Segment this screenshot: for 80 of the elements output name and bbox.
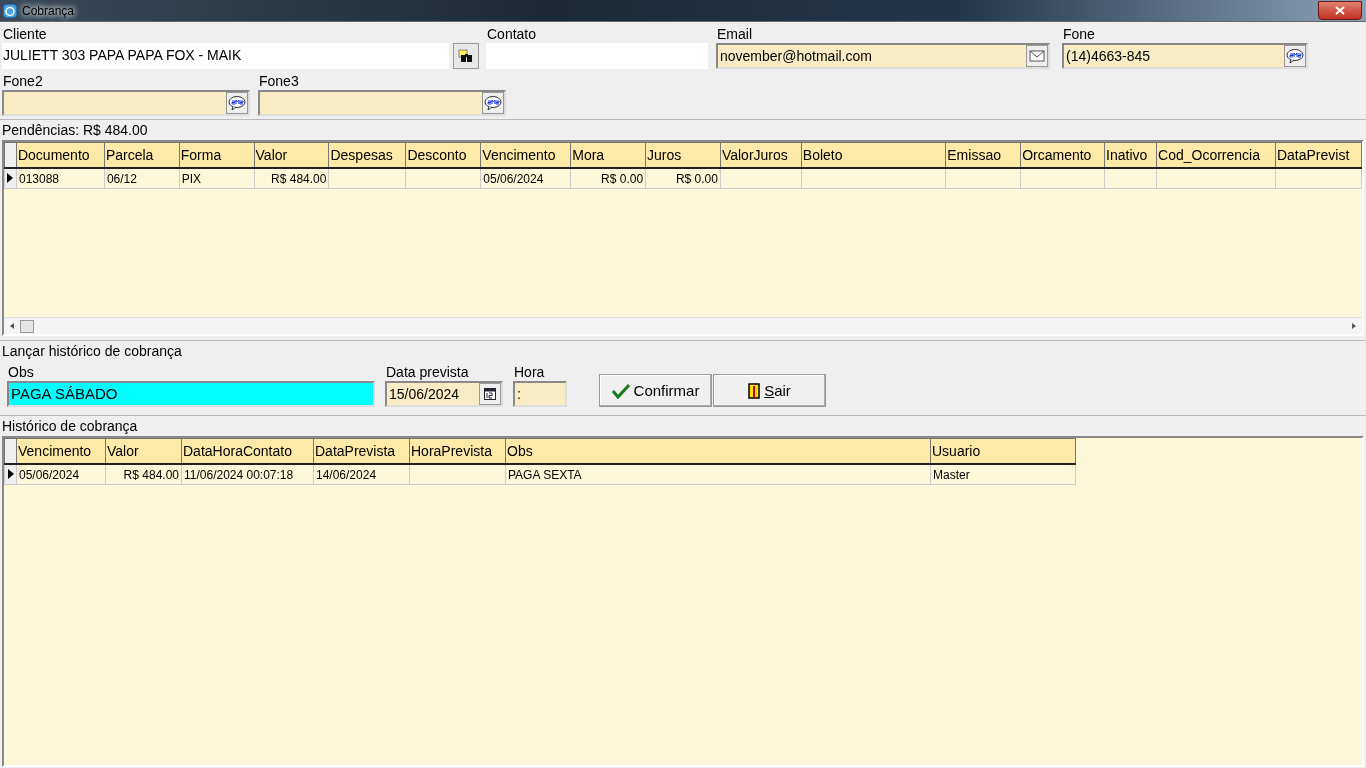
column-header[interactable]: DataPrevista <box>313 438 410 464</box>
column-header[interactable]: DataPrevist <box>1275 142 1362 168</box>
column-header[interactable]: Orcamento <box>1020 142 1105 168</box>
fone3-label: Fone3 <box>258 73 300 90</box>
sms-bubble-icon <box>228 95 246 111</box>
sms-button[interactable] <box>1284 45 1306 67</box>
table-cell: R$ 0.00 <box>675 171 718 186</box>
column-header[interactable]: ValorJuros <box>720 142 802 168</box>
column-header[interactable]: Emissao <box>945 142 1021 168</box>
envelope-button[interactable] <box>1026 45 1048 67</box>
column-header[interactable]: Documento <box>16 142 105 168</box>
table-cell: Master <box>933 467 970 482</box>
close-icon <box>1335 6 1345 15</box>
sms-button[interactable] <box>482 92 504 114</box>
scroll-right-icon[interactable] <box>1350 322 1358 330</box>
column-header[interactable]: Valor <box>254 142 329 168</box>
search-client-button[interactable] <box>453 43 479 69</box>
table-cell: R$ 0.00 <box>601 171 644 186</box>
column-header[interactable]: Forma <box>179 142 255 168</box>
fone-field[interactable]: (14)4663-845 <box>1062 43 1308 69</box>
obs-field[interactable]: PAGA SÁBADO <box>7 381 375 407</box>
fone3-field[interactable] <box>258 90 506 116</box>
column-header[interactable]: Inativo <box>1104 142 1157 168</box>
fone-label: Fone <box>1062 26 1096 43</box>
fone2-label: Fone2 <box>2 73 44 90</box>
column-header[interactable]: HoraPrevista <box>409 438 506 464</box>
column-header[interactable]: Mora <box>570 142 646 168</box>
hora-field[interactable]: : <box>513 381 567 407</box>
app-icon <box>3 3 17 18</box>
column-header[interactable]: Desconto <box>405 142 481 168</box>
column-header[interactable]: Cod_Ocorrencia <box>1156 142 1276 168</box>
column-header[interactable]: Obs <box>505 438 931 464</box>
obs-label: Obs <box>7 364 35 381</box>
column-header[interactable]: Juros <box>645 142 721 168</box>
column-header[interactable]: Parcela <box>104 142 180 168</box>
table-cell: PIX <box>181 171 202 186</box>
column-header[interactable]: Usuario <box>930 438 1076 464</box>
fone2-field[interactable] <box>2 90 250 116</box>
table-cell: 06/12 <box>106 171 137 186</box>
checkmark-icon <box>611 382 630 399</box>
window-title: Cobrança <box>22 3 75 18</box>
table-cell: 14/06/2024 <box>316 467 377 482</box>
data-prevista-label: Data prevista <box>385 364 470 381</box>
cliente-field[interactable]: JULIETT 303 PAPA PAPA FOX - MAIK <box>2 43 449 69</box>
hora-label: Hora <box>513 364 546 381</box>
binoculars-icon <box>458 49 474 63</box>
scroll-left-icon[interactable] <box>8 322 16 330</box>
table-cell: 11/06/2024 00:07:18 <box>184 467 294 482</box>
close-button[interactable] <box>1318 1 1362 20</box>
sms-bubble-icon <box>484 95 502 111</box>
confirmar-button[interactable]: Confirmar <box>599 374 712 407</box>
envelope-icon <box>1029 50 1045 62</box>
scrollbar-thumb[interactable] <box>20 319 34 333</box>
table-cell: 013088 <box>18 171 59 186</box>
table-cell: PAGA SEXTA <box>508 467 582 482</box>
data-prevista-field[interactable]: 15/06/2024 <box>385 381 503 407</box>
sms-button[interactable] <box>226 92 248 114</box>
column-header[interactable]: Despesas <box>328 142 406 168</box>
pendencias-label: Pendências: R$ 484.00 <box>1 121 149 140</box>
email-field[interactable]: november@hotmail.com <box>716 43 1050 69</box>
email-label: Email <box>716 26 753 43</box>
column-header[interactable]: DataHoraContato <box>181 438 314 464</box>
column-header[interactable]: Valor <box>105 438 182 464</box>
cliente-label: Cliente <box>2 26 48 43</box>
column-header[interactable]: Boleto <box>801 142 946 168</box>
table-cell: 05/06/2024 <box>483 171 544 186</box>
column-header[interactable]: Vencimento <box>480 142 571 168</box>
table-cell: R$ 484.00 <box>123 467 179 482</box>
sms-bubble-icon <box>1286 48 1304 64</box>
horizontal-scrollbar[interactable] <box>4 317 1362 334</box>
contato-label: Contato <box>486 26 538 43</box>
historico-label: Histórico de cobrança <box>1 417 139 436</box>
table-cell: 05/06/2024 <box>19 467 80 482</box>
calendar-icon <box>484 388 496 400</box>
lancar-title: Lançar histórico de cobrança <box>1 342 183 361</box>
door-icon <box>748 382 761 399</box>
column-header[interactable]: Vencimento <box>16 438 106 464</box>
sair-button[interactable]: Sair <box>713 374 826 407</box>
table-cell: R$ 484.00 <box>271 171 327 186</box>
calendar-button[interactable] <box>479 383 501 405</box>
